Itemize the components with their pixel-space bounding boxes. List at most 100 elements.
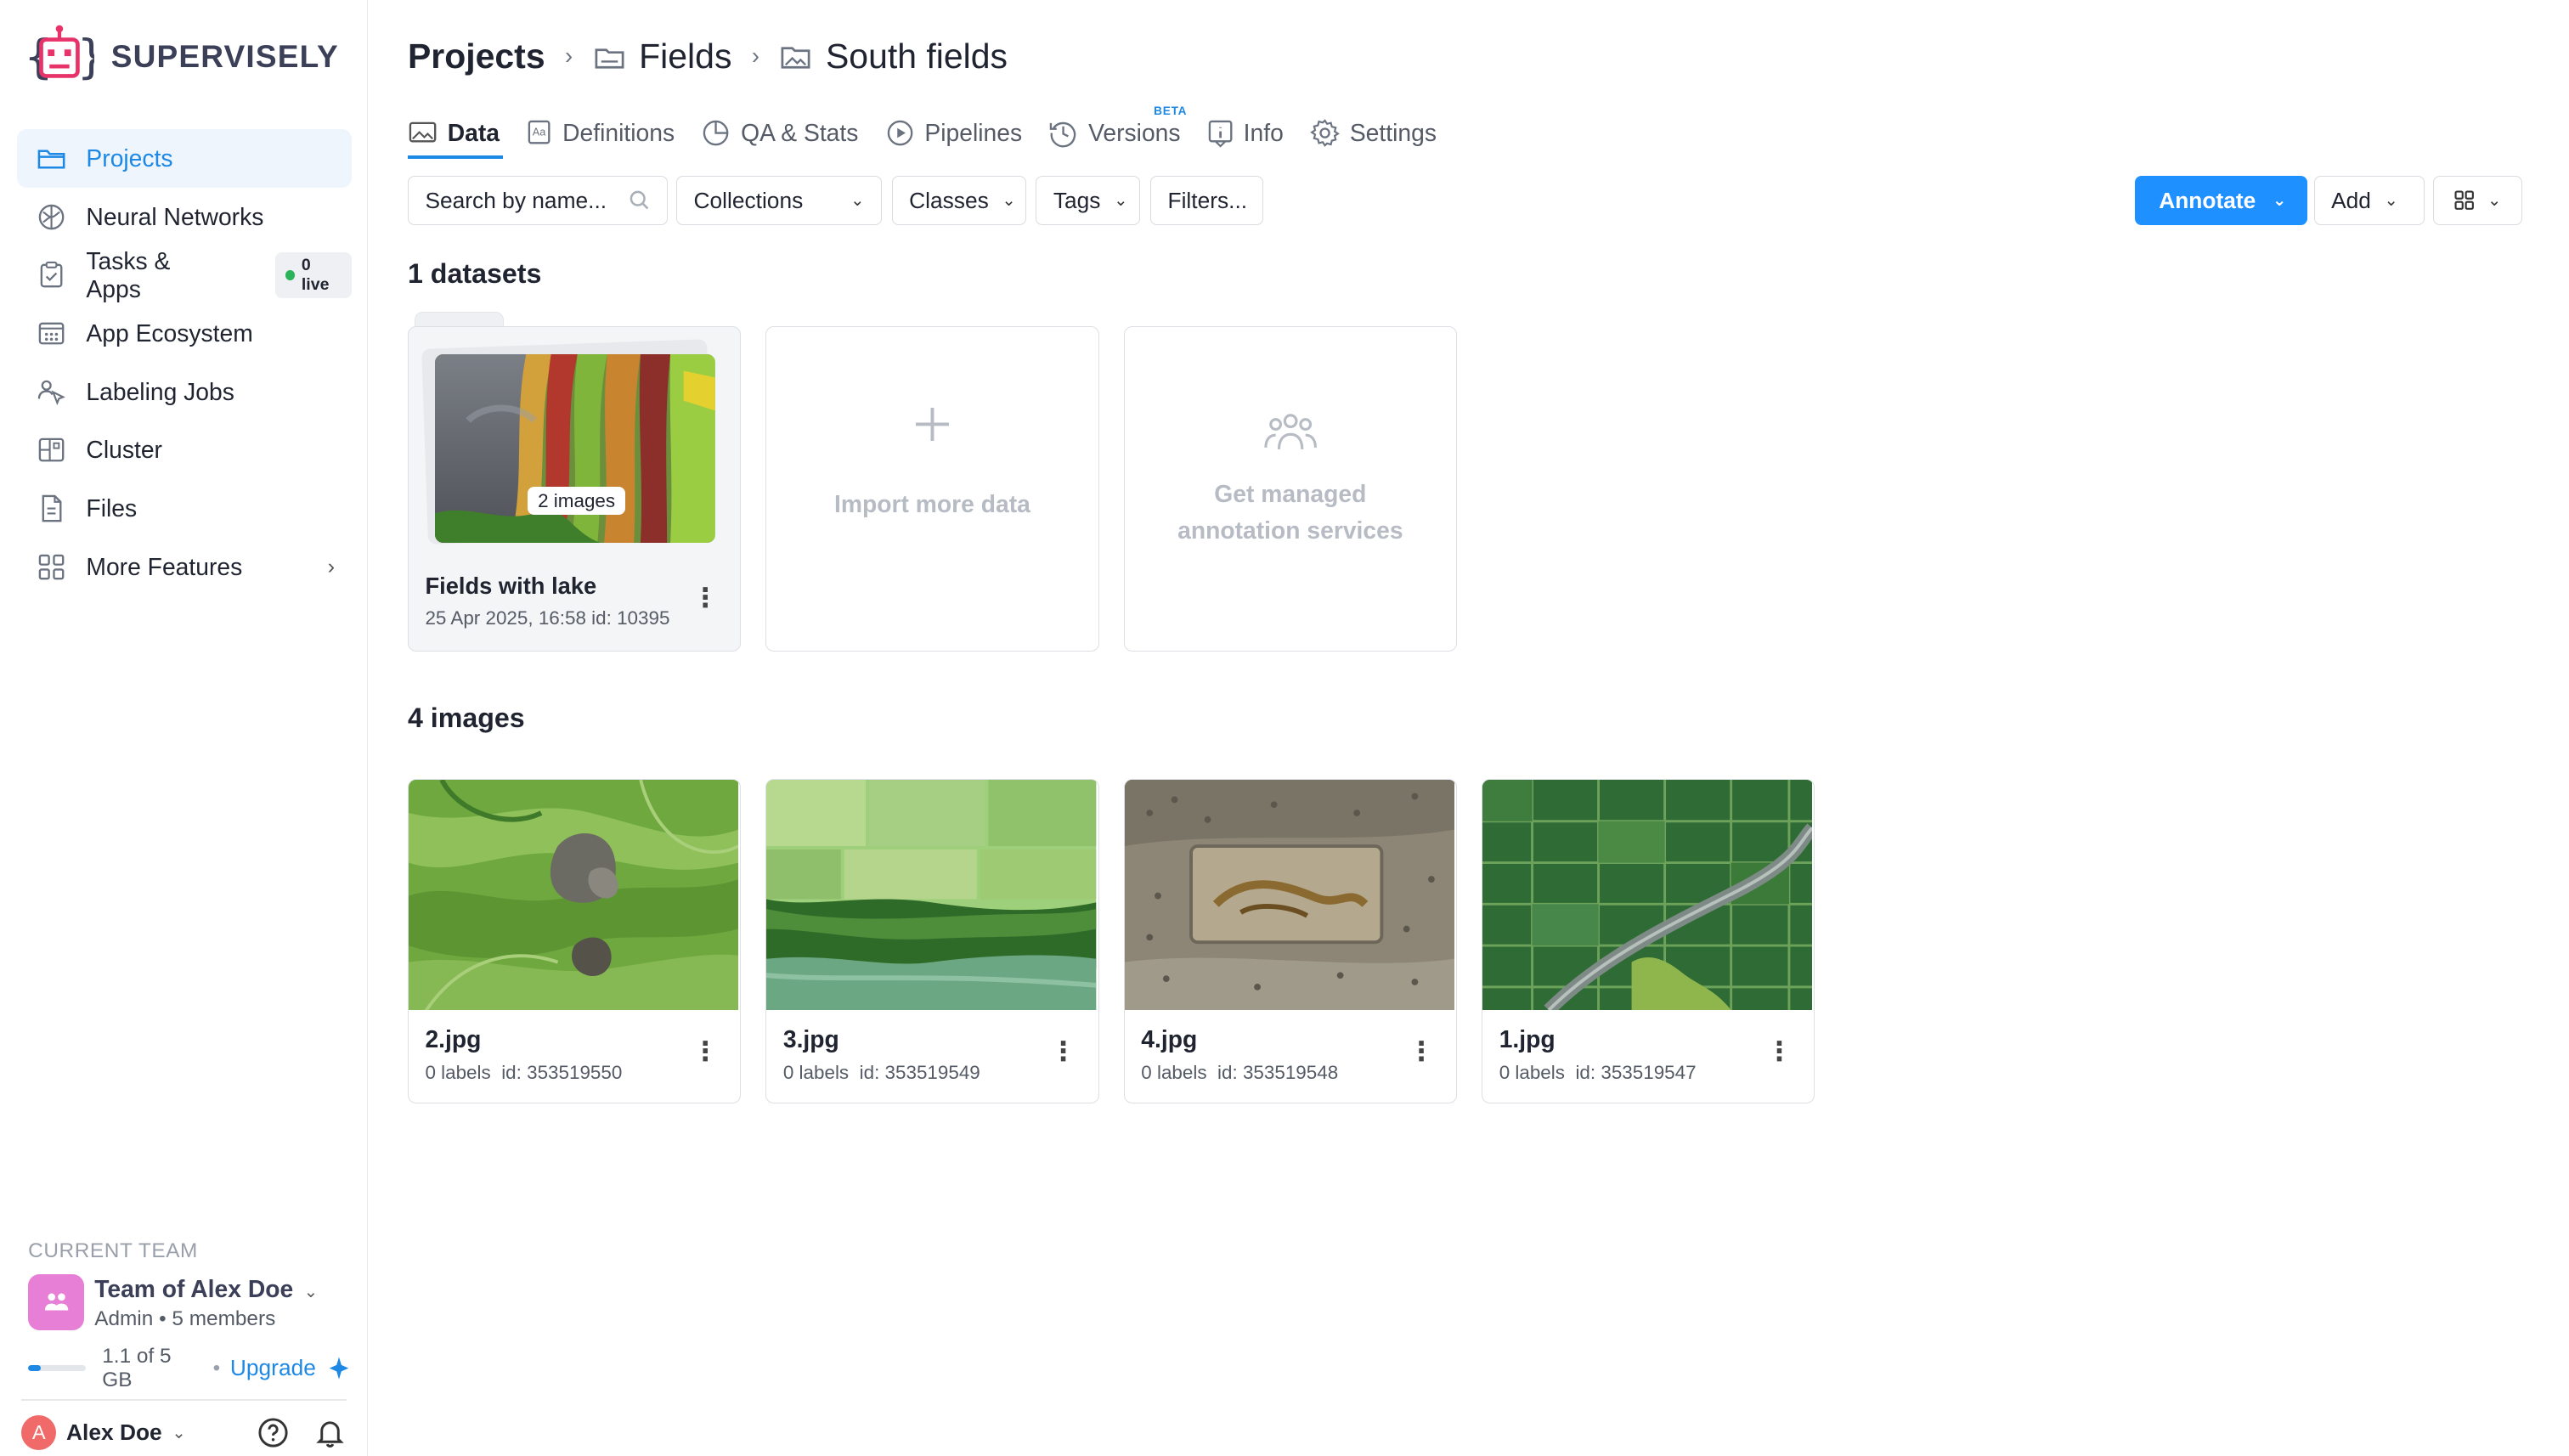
help-icon[interactable]: [257, 1416, 290, 1449]
sidebar-item-projects[interactable]: Projects: [16, 129, 352, 188]
image-id: id: 353519550: [501, 1061, 623, 1083]
team-role: Admin: [94, 1306, 154, 1330]
chevron-down-icon: ⌄: [1114, 191, 1128, 211]
team-members: 5 members: [172, 1306, 276, 1330]
breadcrumb-fields[interactable]: Fields: [593, 36, 732, 76]
image-meta: 0 labels id: 353519549: [783, 1062, 980, 1084]
more-vertical-icon[interactable]: ⋮: [692, 1036, 719, 1067]
image-name[interactable]: 1.jpg: [1499, 1025, 1556, 1053]
user-avatar[interactable]: A: [21, 1415, 57, 1451]
team-subtitle: Admin • 5 members: [94, 1307, 318, 1331]
more-vertical-icon[interactable]: ⋮: [1408, 1036, 1434, 1067]
team-selector[interactable]: Team of Alex Doe ⌄ Admin • 5 members: [28, 1273, 351, 1331]
chevron-right-icon: ›: [751, 42, 759, 70]
image-id: id: 353519549: [859, 1061, 980, 1083]
team-members-icon: [1264, 414, 1317, 449]
more-vertical-icon[interactable]: ⋮: [1050, 1036, 1076, 1067]
tab-data[interactable]: Data: [407, 111, 504, 160]
live-status-badge: 0 live: [275, 251, 352, 298]
sidebar-item-label: Neural Networks: [86, 202, 264, 230]
image-card[interactable]: 2.jpg 0 labels id: 353519550 ⋮: [407, 778, 742, 1104]
project-icon: [595, 48, 624, 69]
grid-view-icon: [2454, 190, 2474, 211]
classes-label: Classes: [909, 187, 989, 213]
dataset-name[interactable]: Fields with lake: [425, 573, 596, 600]
image-icon: [409, 122, 437, 143]
sidebar-item-label: Labeling Jobs: [86, 377, 234, 405]
chevron-down-icon: ⌄: [1002, 191, 1016, 211]
image-card[interactable]: 4.jpg 0 labels id: 353519548 ⋮: [1123, 778, 1457, 1104]
tab-label: QA & Stats: [741, 118, 859, 146]
image-card[interactable]: 3.jpg 0 labels id: 353519549 ⋮: [765, 778, 1099, 1104]
tags-dropdown[interactable]: Tags ⌄: [1036, 175, 1141, 226]
tab-info[interactable]: Info: [1207, 111, 1287, 155]
tags-label: Tags: [1053, 187, 1101, 213]
chevron-right-icon: ›: [565, 42, 573, 70]
tab-definitions[interactable]: Aa Definitions: [526, 111, 678, 155]
beta-badge: BETA: [1154, 104, 1188, 117]
team-avatar: [28, 1273, 85, 1331]
sidebar-item-label: Cluster: [86, 436, 162, 464]
add-button[interactable]: Add ⌄: [2313, 175, 2425, 226]
breadcrumb-label: Fields: [639, 36, 732, 76]
tab-pipelines[interactable]: Pipelines: [885, 111, 1025, 155]
dataset-card[interactable]: 2 images Fields with lake 25 Apr 2025, 1…: [407, 326, 742, 652]
team-section-label: CURRENT TEAM: [28, 1239, 198, 1263]
history-icon: [1050, 121, 1076, 147]
breadcrumb-projects[interactable]: Projects: [408, 37, 545, 76]
collections-dropdown[interactable]: Collections ⌄: [675, 175, 882, 226]
more-vertical-icon[interactable]: ⋮: [692, 583, 719, 613]
logo[interactable]: { } SUPERVISELY: [25, 25, 339, 87]
datasets-heading: 1 datasets: [407, 258, 542, 290]
svg-text:}: }: [78, 30, 95, 84]
live-badge-text: 0 live: [301, 255, 330, 294]
pie-chart-icon: [703, 120, 729, 145]
cluster-icon: [37, 435, 66, 465]
team-members-icon: [44, 1293, 68, 1311]
image-card[interactable]: 1.jpg 0 labels id: 353519547 ⋮: [1482, 778, 1815, 1104]
tab-qa-stats[interactable]: QA & Stats: [701, 111, 861, 155]
tab-versions[interactable]: Versions BETA: [1048, 104, 1187, 155]
collections-label: Collections: [693, 187, 804, 213]
gear-icon: [1310, 118, 1340, 147]
search-input[interactable]: Search by name...: [407, 175, 669, 226]
filters-button[interactable]: Filters...: [1149, 175, 1263, 226]
sidebar-item-cluster[interactable]: Cluster: [17, 421, 352, 480]
more-vertical-icon[interactable]: ⋮: [1766, 1036, 1793, 1067]
bell-icon[interactable]: [313, 1416, 347, 1449]
chevron-down-icon: ⌄: [2487, 191, 2502, 211]
classes-dropdown[interactable]: Classes ⌄: [891, 175, 1026, 226]
image-name[interactable]: 2.jpg: [425, 1025, 481, 1053]
image-id: id: 353519548: [1217, 1061, 1339, 1083]
breadcrumb-south-fields: South fields: [779, 37, 1008, 76]
upgrade-link[interactable]: Upgrade: [230, 1355, 316, 1381]
sidebar-item-neural-networks[interactable]: Neural Networks: [17, 188, 352, 246]
image-thumbnail-4: [1124, 779, 1454, 1011]
definitions-icon: Aa: [528, 121, 550, 144]
sidebar-item-tasks-apps[interactable]: Tasks & Apps 0 live: [17, 246, 352, 305]
image-name[interactable]: 3.jpg: [783, 1025, 839, 1053]
import-data-card[interactable]: Import more data: [765, 326, 1099, 652]
image-labels: 0 labels: [782, 1061, 850, 1083]
sidebar-item-files[interactable]: Files: [17, 479, 352, 538]
annotate-button[interactable]: Annotate ⌄: [2134, 175, 2307, 226]
image-thumbnail-3: [766, 779, 1097, 1011]
breadcrumb-label: South fields: [825, 36, 1008, 76]
image-name[interactable]: 4.jpg: [1141, 1025, 1197, 1053]
sidebar-item-app-ecosystem[interactable]: App Ecosystem: [17, 304, 352, 363]
image-thumbnail-2: [408, 779, 739, 1011]
image-meta: 0 labels id: 353519547: [1499, 1062, 1697, 1084]
sidebar-item-labeling-jobs[interactable]: Labeling Jobs: [17, 363, 352, 421]
managed-annotation-card[interactable]: Get managed annotation services: [1123, 326, 1457, 652]
annotate-label: Annotate: [2159, 187, 2256, 213]
chevron-down-icon[interactable]: ⌄: [172, 1423, 185, 1443]
user-name[interactable]: Alex Doe: [66, 1419, 162, 1446]
sidebar-item-more-features[interactable]: More Features ›: [17, 538, 352, 596]
tab-settings[interactable]: Settings: [1310, 111, 1440, 155]
storage-text: 1.1 of 5 GB: [102, 1344, 172, 1391]
tab-label: Pipelines: [924, 118, 1023, 146]
filters-label: Filters...: [1167, 187, 1248, 213]
labeling-icon: [37, 377, 66, 407]
image-folder-icon: [781, 47, 810, 69]
view-mode-dropdown[interactable]: ⌄: [2433, 175, 2523, 226]
